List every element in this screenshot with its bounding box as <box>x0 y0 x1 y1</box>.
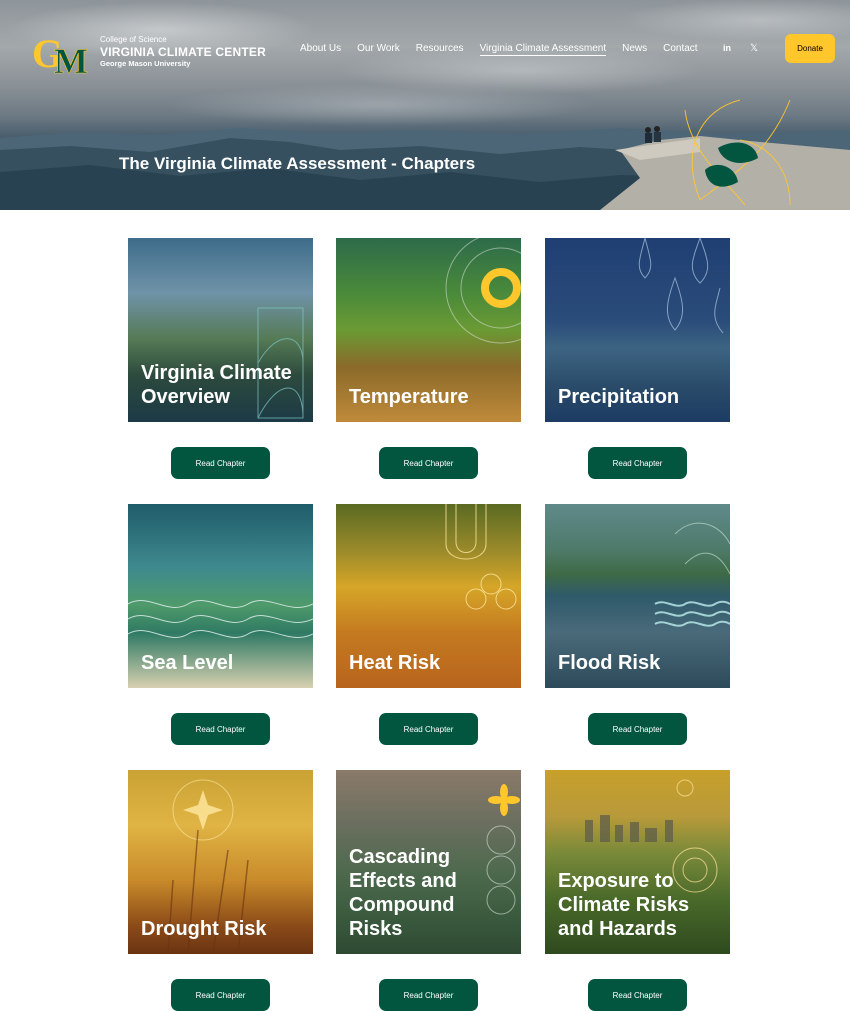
primary-nav: About Us Our Work Resources Virginia Cli… <box>300 43 714 56</box>
read-chapter-button[interactable]: Read Chapter <box>588 447 687 479</box>
chapter-image-temperature[interactable]: Temperature <box>336 238 521 422</box>
logo-university: George Mason University <box>100 59 191 69</box>
chapter-title: Precipitation <box>558 386 680 408</box>
chapter-card: Flood Risk Read Chapter <box>545 504 730 745</box>
chapter-image-cascading-effects[interactable]: Cascading Effects and Compound Risks <box>336 770 521 954</box>
chapter-title: Virginia Climate Overview <box>141 362 292 408</box>
read-chapter-button[interactable]: Read Chapter <box>588 979 687 1011</box>
linkedin-icon[interactable]: in <box>723 43 731 53</box>
read-chapter-button[interactable]: Read Chapter <box>171 447 270 479</box>
chapter-card: Temperature Read Chapter <box>336 238 521 479</box>
chapter-title: Flood Risk <box>558 652 661 674</box>
chapter-title: Exposure to Climate Risks and Hazards <box>558 870 690 940</box>
hero-banner: G M College of Science VIRGINIA CLIMATE … <box>0 0 850 210</box>
svg-text:M: M <box>54 41 88 77</box>
chapter-title: Heat Risk <box>349 652 441 674</box>
site-logo[interactable]: G M College of Science VIRGINIA CLIMATE … <box>32 27 266 81</box>
nav-contact[interactable]: Contact <box>663 43 697 56</box>
read-chapter-button[interactable]: Read Chapter <box>171 713 270 745</box>
nav-news[interactable]: News <box>622 43 647 56</box>
nav-resources[interactable]: Resources <box>416 43 464 56</box>
gm-monogram-icon: G M <box>32 27 94 81</box>
chapter-title: Temperature <box>349 386 469 408</box>
chapter-title: Cascading Effects and Compound Risks <box>349 846 457 940</box>
nav-our-work[interactable]: Our Work <box>357 43 400 56</box>
chapter-image-exposure[interactable]: Exposure to Climate Risks and Hazards <box>545 770 730 954</box>
x-twitter-icon[interactable]: 𝕏 <box>750 43 758 54</box>
chapter-title: Drought Risk <box>141 918 267 940</box>
read-chapter-button[interactable]: Read Chapter <box>171 979 270 1011</box>
read-chapter-button[interactable]: Read Chapter <box>379 979 478 1011</box>
donate-button[interactable]: Donate <box>785 34 835 63</box>
chapter-card: Exposure to Climate Risks and Hazards Re… <box>545 770 730 1011</box>
read-chapter-button[interactable]: Read Chapter <box>379 713 478 745</box>
read-chapter-button[interactable]: Read Chapter <box>379 447 478 479</box>
chapter-card: Drought Risk Read Chapter <box>128 770 313 1011</box>
chapter-image-precipitation[interactable]: Precipitation <box>545 238 730 422</box>
chapter-card: Cascading Effects and Compound Risks Rea… <box>336 770 521 1011</box>
logo-college: College of Science <box>100 35 167 45</box>
logo-center: VIRGINIA CLIMATE CENTER <box>100 45 266 60</box>
nav-virginia-climate-assessment[interactable]: Virginia Climate Assessment <box>479 43 607 56</box>
nav-about-us[interactable]: About Us <box>300 43 341 56</box>
chapter-title: Sea Level <box>141 652 234 674</box>
chapter-image-drought-risk[interactable]: Drought Risk <box>128 770 313 954</box>
chapter-card: Sea Level Read Chapter <box>128 504 313 745</box>
chapter-image-sea-level[interactable]: Sea Level <box>128 504 313 688</box>
read-chapter-button[interactable]: Read Chapter <box>588 713 687 745</box>
chapter-image-flood-risk[interactable]: Flood Risk <box>545 504 730 688</box>
chapter-card: Virginia Climate Overview Read Chapter <box>128 238 313 479</box>
chapter-image-heat-risk[interactable]: Heat Risk <box>336 504 521 688</box>
chapter-image-overview[interactable]: Virginia Climate Overview <box>128 238 313 422</box>
chapter-card: Precipitation Read Chapter <box>545 238 730 479</box>
chapter-card: Heat Risk Read Chapter <box>336 504 521 745</box>
page-title: The Virginia Climate Assessment - Chapte… <box>119 154 476 173</box>
